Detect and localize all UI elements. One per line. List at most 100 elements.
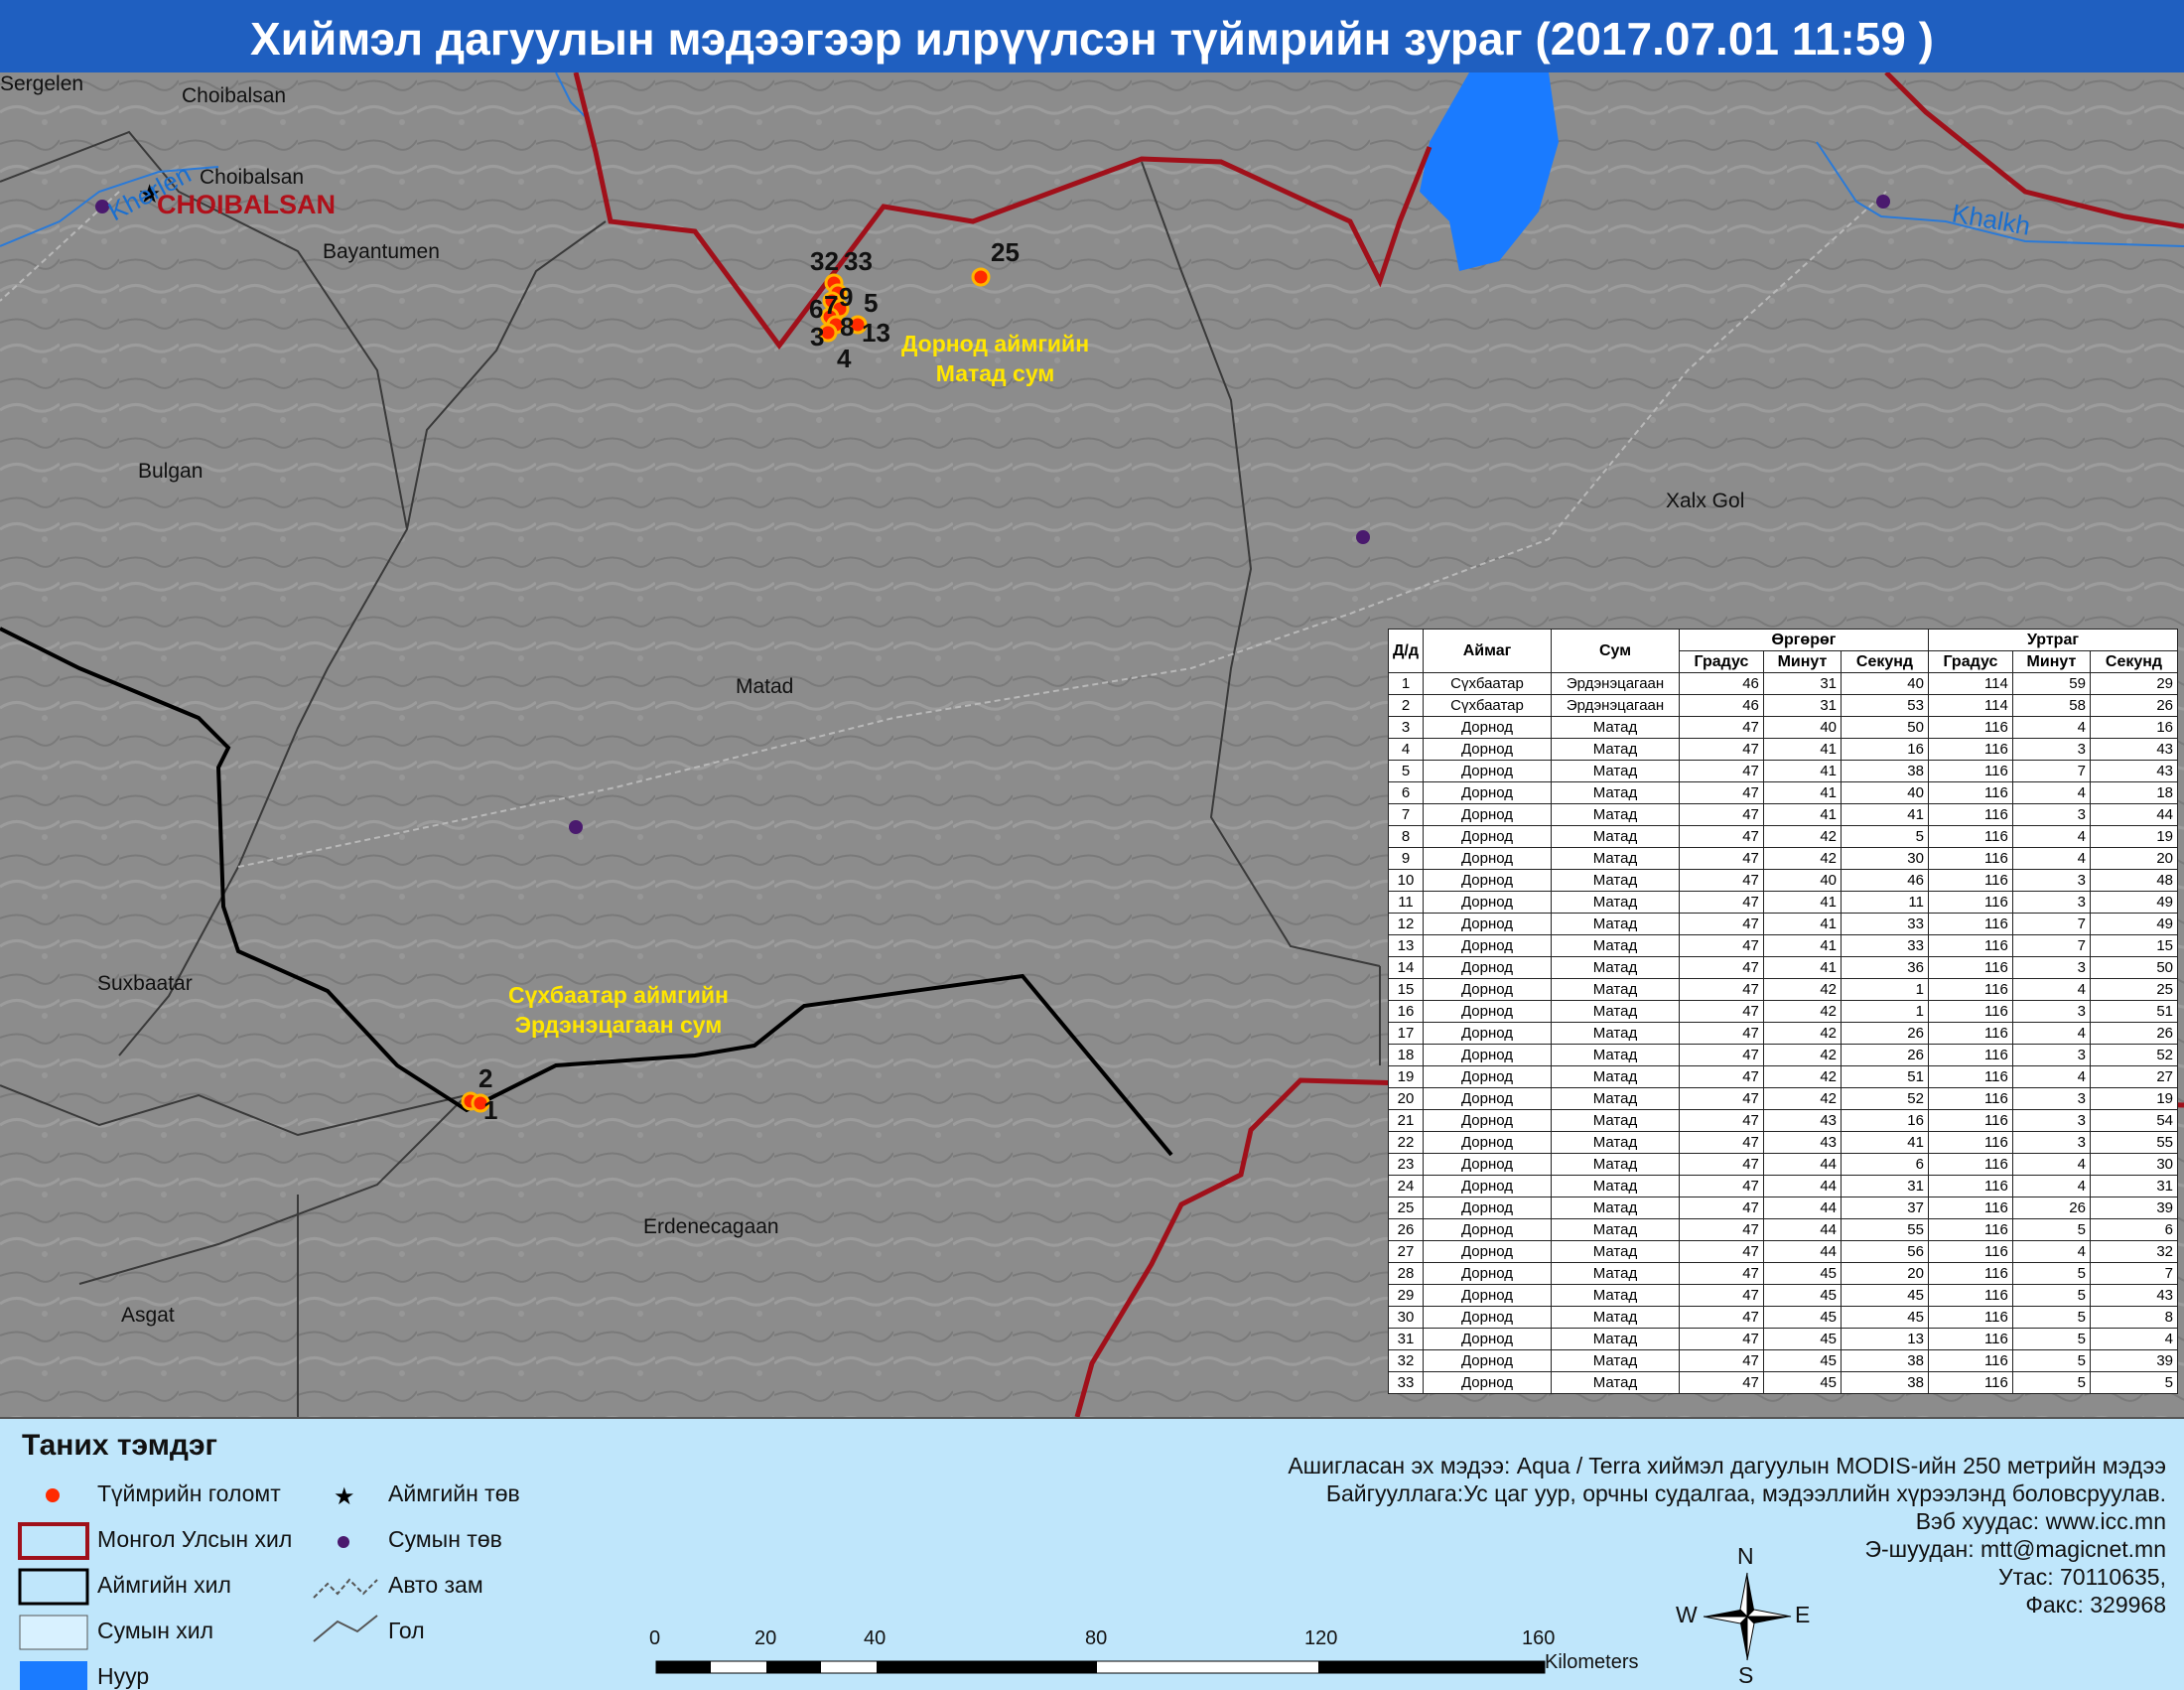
fire-coordinates-table: Д/д Аймаг Сум Өргөрөг Уртраг Градус Мину… xyxy=(1388,629,2179,1394)
table-cell: 41 xyxy=(1762,891,1843,914)
compass-rose-icon xyxy=(1703,1572,1792,1661)
table-cell: 3 xyxy=(2011,891,2091,914)
table-cell: 26 xyxy=(2089,1022,2179,1045)
fire-label: 32 xyxy=(810,246,839,276)
table-cell: 116 xyxy=(1927,1022,2013,1045)
table-cell: Матад xyxy=(1551,891,1680,914)
table-cell: 20 xyxy=(2089,847,2179,870)
compass-w: W xyxy=(1676,1602,1698,1627)
table-row: 15 Дорнод Матад 47 42 1 116 4 25 xyxy=(1388,978,2179,1001)
table-cell: 33 xyxy=(1388,1371,1424,1394)
table-row: 18 Дорнод Матад 47 42 26 116 3 52 xyxy=(1388,1044,2179,1066)
table-row: 12 Дорнод Матад 47 41 33 116 7 49 xyxy=(1388,913,2179,935)
table-cell: 116 xyxy=(1927,781,2013,804)
table-cell: 31 xyxy=(1762,694,1843,717)
table-cell: 3 xyxy=(1388,716,1424,739)
table-cell: 116 xyxy=(1927,1109,2013,1132)
map-title: Хиймэл дагуулын мэдээгээр илрүүлсэн түйм… xyxy=(0,0,2184,72)
table-row: 20 Дорнод Матад 47 42 52 116 3 19 xyxy=(1388,1087,2179,1110)
table-cell: 42 xyxy=(1762,1022,1843,1045)
table-cell: 25 xyxy=(2089,978,2179,1001)
table-cell: 45 xyxy=(1762,1262,1843,1285)
table-cell: 47 xyxy=(1679,760,1764,782)
table-cell: 59 xyxy=(2011,672,2091,695)
sum-center-legend-icon xyxy=(338,1536,349,1548)
place-label-erdenecagaan: Erdenecagaan xyxy=(643,1215,779,1238)
table-cell: 47 xyxy=(1679,978,1764,1001)
place-label-choibalsan-sum: Choibalsan xyxy=(182,84,287,107)
table-cell: Дорнод xyxy=(1423,1218,1552,1241)
table-cell: 4 xyxy=(2011,1240,2091,1263)
table-row: 6 Дорнод Матад 47 41 40 116 4 18 xyxy=(1388,781,2179,804)
table-cell: Дорнод xyxy=(1423,1153,1552,1176)
place-label-bayantumen: Bayantumen xyxy=(323,240,440,263)
scale-bar xyxy=(655,1660,1546,1674)
place-label-xalx-gol: Xalx Gol xyxy=(1666,490,1745,512)
table-cell: Матад xyxy=(1551,1218,1680,1241)
table-cell: 49 xyxy=(2089,913,2179,935)
table-cell: 50 xyxy=(2089,956,2179,979)
table-cell: 43 xyxy=(2089,738,2179,761)
table-cell: 3 xyxy=(2011,1109,2091,1132)
table-row: 4 Дорнод Матад 47 41 16 116 3 43 xyxy=(1388,738,2179,761)
table-cell: 42 xyxy=(1762,1087,1843,1110)
table-cell: 3 xyxy=(2011,803,2091,826)
table-body: 1 Сүхбаатар Эрдэнэцагаан 46 31 40 114 59 29 2 Сүхб… xyxy=(1388,672,2179,1394)
table-row: 7 Дорнод Матад 47 41 41 116 3 44 xyxy=(1388,803,2179,826)
table-cell: 47 xyxy=(1679,1328,1764,1350)
sum-center-dot xyxy=(569,820,583,834)
table-cell: 26 xyxy=(1841,1044,1929,1066)
table-cell: 5 xyxy=(2011,1306,2091,1329)
sum-label-line: Матад сум xyxy=(935,360,1055,386)
table-cell: 19 xyxy=(2089,825,2179,848)
credit-email: Э-шуудан: mtt@magicnet.mn xyxy=(1864,1536,2166,1562)
table-cell: Матад xyxy=(1551,781,1680,804)
table-cell: 116 xyxy=(1927,1371,2013,1394)
table-cell: Дорнод xyxy=(1423,1000,1552,1023)
place-label-asgat: Asgat xyxy=(121,1304,175,1327)
table-cell: 54 xyxy=(2089,1109,2179,1132)
table-cell: Дорнод xyxy=(1423,1197,1552,1219)
table-cell: Дорнод xyxy=(1423,1065,1552,1088)
table-cell: 36 xyxy=(1841,956,1929,979)
table-cell: Дорнод xyxy=(1423,1328,1552,1350)
table-cell: 47 xyxy=(1679,956,1764,979)
fire-label: 33 xyxy=(844,246,873,276)
table-cell: 116 xyxy=(1927,1262,2013,1285)
table-row: 28 Дорнод Матад 47 45 20 116 5 7 xyxy=(1388,1262,2179,1285)
table-cell: Матад xyxy=(1551,716,1680,739)
table-cell: 44 xyxy=(1762,1218,1843,1241)
table-cell: 43 xyxy=(1762,1131,1843,1154)
table-cell: 19 xyxy=(2089,1087,2179,1110)
table-cell: Дорнод xyxy=(1423,1284,1552,1307)
table-row: 22 Дорнод Матад 47 43 41 116 3 55 xyxy=(1388,1131,2179,1154)
table-cell: 47 xyxy=(1679,1262,1764,1285)
scale-tick-label: 20 xyxy=(754,1627,777,1649)
table-cell: Дорнод xyxy=(1423,847,1552,870)
sum-label-line: Эрдэнэцагаан сум xyxy=(514,1012,723,1038)
table-cell: 31 xyxy=(2089,1175,2179,1197)
table-cell: 41 xyxy=(1762,913,1843,935)
table-cell: 7 xyxy=(2089,1262,2179,1285)
table-row: 23 Дорнод Матад 47 44 6 116 4 30 xyxy=(1388,1153,2179,1176)
table-cell: 6 xyxy=(1841,1153,1929,1176)
legend-sum-center: Сумын төв xyxy=(388,1526,502,1552)
table-cell: Матад xyxy=(1551,1065,1680,1088)
table-cell: 116 xyxy=(1927,1087,2013,1110)
table-cell: 41 xyxy=(1762,738,1843,761)
aimag-center-legend-icon: ★ xyxy=(334,1482,355,1510)
national-border-legend-icon xyxy=(18,1522,89,1560)
table-cell: Матад xyxy=(1551,1022,1680,1045)
fire-label: 8 xyxy=(840,312,855,342)
table-cell: Матад xyxy=(1551,1306,1680,1329)
table-cell: 31 xyxy=(1841,1175,1929,1197)
table-cell: 47 xyxy=(1679,1197,1764,1219)
table-cell: Дорнод xyxy=(1423,716,1552,739)
scale-unit-label: Kilometers xyxy=(1545,1651,1639,1673)
table-cell: 39 xyxy=(2089,1349,2179,1372)
table-row: 26 Дорнод Матад 47 44 55 116 5 6 xyxy=(1388,1218,2179,1241)
table-cell: 55 xyxy=(1841,1218,1929,1241)
table-row: 27 Дорнод Матад 47 44 56 116 4 32 xyxy=(1388,1240,2179,1263)
table-cell: 47 xyxy=(1679,1153,1764,1176)
table-cell: 5 xyxy=(1841,825,1929,848)
